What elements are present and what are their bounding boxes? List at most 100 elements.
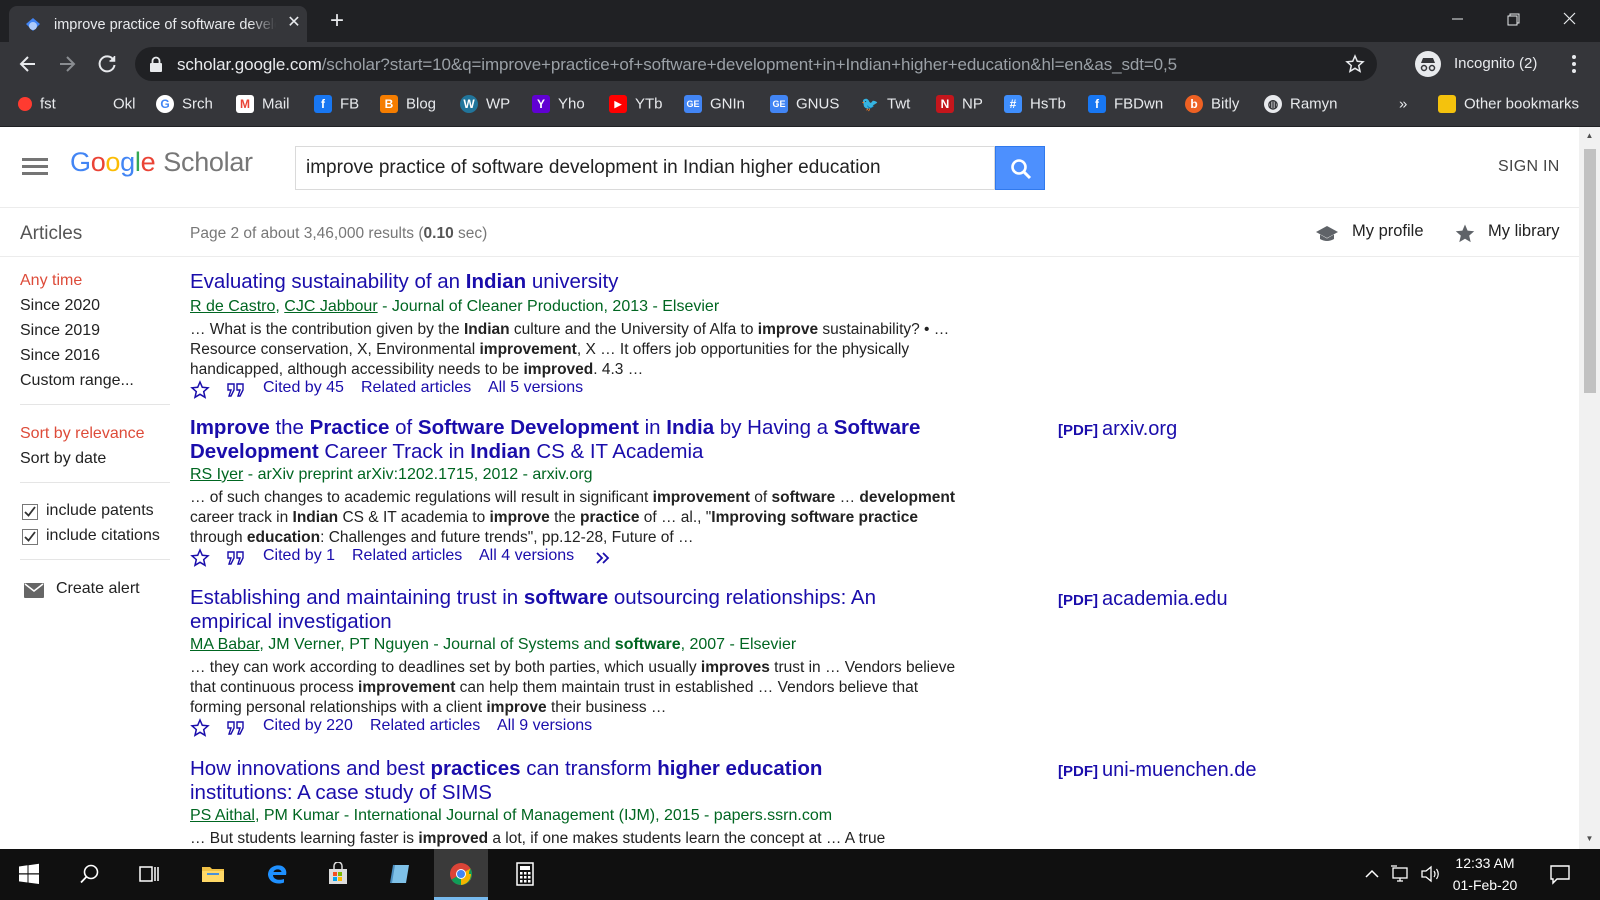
more-chevrons-icon[interactable]	[594, 548, 614, 568]
hamburger-menu-icon[interactable]	[22, 158, 48, 176]
create-alert-link[interactable]: Create alert	[20, 580, 160, 602]
other-bookmarks-folder[interactable]: Other bookmarks	[1438, 95, 1579, 117]
result-title-link[interactable]: How innovations and best practices can t…	[190, 757, 870, 804]
bookmark-ytb[interactable]: ▶ YTb	[609, 95, 663, 117]
filter-since-2019[interactable]: Since 2019	[20, 322, 100, 340]
restore-icon[interactable]	[1490, 4, 1536, 34]
bookmark-fst[interactable]: fst	[18, 95, 56, 117]
all-versions-link[interactable]: All 5 versions	[488, 379, 583, 397]
include-patents-checkbox[interactable]	[22, 504, 38, 520]
filter-custom-range[interactable]: Custom range...	[20, 372, 134, 390]
network-icon[interactable]	[1390, 863, 1412, 885]
bookmark-gnin[interactable]: GE GNIn	[684, 95, 745, 117]
bookmark-hstb[interactable]: # HsTb	[1004, 95, 1066, 117]
forward-icon[interactable]	[53, 50, 81, 78]
bookmark-srch[interactable]: G Srch	[156, 95, 213, 117]
tab-close-icon[interactable]: ✕	[285, 13, 303, 33]
clock-date[interactable]: 01-Feb-20	[1442, 877, 1528, 893]
scroll-thumb[interactable]	[1584, 149, 1596, 393]
scroll-up-arrow-icon[interactable]: ▲	[1584, 131, 1595, 141]
back-icon[interactable]	[14, 50, 42, 78]
bookmark-gnus[interactable]: GE GNUS	[770, 95, 839, 117]
search-taskbar-button[interactable]	[63, 849, 117, 900]
include-citations-checkbox[interactable]	[22, 529, 38, 545]
page-scrollbar[interactable]: ▲ ▼	[1579, 127, 1600, 849]
related-articles-link[interactable]: Related articles	[370, 717, 480, 735]
bookmark-blog[interactable]: B Blog	[380, 95, 436, 117]
bookmark-star-icon[interactable]	[1345, 54, 1365, 74]
bookmark-wp[interactable]: W WP	[460, 95, 510, 117]
bookmark-bitly[interactable]: b Bitly	[1185, 95, 1239, 117]
bookmark-okl[interactable]: Okl	[113, 95, 136, 117]
include-citations-label[interactable]: include citations	[46, 527, 160, 545]
url-host: scholar.google.com	[177, 55, 322, 74]
result-fulltext-link[interactable]: [PDF] academia.edu	[1058, 588, 1228, 611]
bookmark-mail[interactable]: M Mail	[236, 95, 290, 117]
result-title-link[interactable]: Improve the Practice of Software Develop…	[190, 416, 960, 463]
save-star-icon[interactable]	[190, 548, 210, 568]
result-title-link[interactable]: Evaluating sustainability of an Indian u…	[190, 270, 950, 294]
filter-any-time[interactable]: Any time	[20, 272, 82, 290]
related-articles-link[interactable]: Related articles	[361, 379, 471, 397]
bookmarks-overflow-button[interactable]: »	[1399, 95, 1407, 117]
sort-by-relevance[interactable]: Sort by relevance	[20, 425, 145, 443]
bookmark-ramyn[interactable]: ◍ Ramyn	[1264, 95, 1338, 117]
all-versions-link[interactable]: All 9 versions	[497, 717, 592, 735]
notebook-icon	[390, 864, 409, 884]
bookmark-yho[interactable]: Y Yho	[532, 95, 585, 117]
minimize-icon[interactable]	[1434, 4, 1480, 34]
filter-since-2016[interactable]: Since 2016	[20, 347, 100, 365]
result-fulltext-link[interactable]: [PDF] uni-muenchen.de	[1058, 759, 1257, 782]
address-bar[interactable]: scholar.google.com/scholar?start=10&q=im…	[135, 47, 1377, 81]
edge-button[interactable]	[250, 849, 304, 900]
reload-icon[interactable]	[93, 50, 121, 78]
file-explorer-button[interactable]	[186, 849, 240, 900]
result-authors: PS Aithal, PM Kumar - International Jour…	[190, 807, 833, 824]
bookmark-fbdwn[interactable]: f FBDwn	[1088, 95, 1163, 117]
volume-icon[interactable]	[1419, 863, 1441, 885]
browser-tab-active[interactable]: improve practice of software development…	[9, 6, 307, 42]
related-articles-link[interactable]: Related articles	[352, 547, 462, 565]
cited-by-link[interactable]: Cited by 1	[263, 547, 335, 565]
google-scholar-logo[interactable]: Google Scholar	[70, 147, 253, 178]
notes-app-button[interactable]	[373, 849, 427, 900]
np-icon: N	[936, 95, 954, 114]
task-view-button[interactable]	[122, 849, 176, 900]
globe-icon: ◍	[1264, 95, 1282, 114]
all-versions-link[interactable]: All 4 versions	[479, 547, 574, 565]
search-button[interactable]	[995, 146, 1045, 190]
notifications-icon[interactable]	[1548, 862, 1572, 886]
new-tab-icon[interactable]: +	[325, 8, 349, 34]
result-title-link[interactable]: Establishing and maintaining trust in so…	[190, 586, 910, 633]
search-input[interactable]	[296, 147, 986, 189]
bookmark-fb[interactable]: f FB	[314, 95, 359, 117]
cite-quote-icon[interactable]	[226, 718, 246, 738]
bookmark-np[interactable]: N NP	[936, 95, 983, 117]
tab-title: improve practice of software development…	[54, 17, 276, 33]
scroll-down-arrow-icon[interactable]: ▼	[1584, 834, 1595, 844]
save-star-icon[interactable]	[190, 380, 210, 400]
more-menu-icon[interactable]	[1564, 52, 1584, 76]
bookmark-twt[interactable]: 🐦 Twt	[861, 95, 910, 117]
chrome-button[interactable]	[434, 849, 488, 900]
incognito-label: Incognito (2)	[1454, 55, 1538, 72]
close-window-icon[interactable]	[1546, 4, 1592, 34]
incognito-button[interactable]: Incognito (2)	[1414, 48, 1546, 80]
cited-by-link[interactable]: Cited by 45	[263, 379, 344, 397]
save-star-icon[interactable]	[190, 718, 210, 738]
start-button[interactable]	[2, 849, 56, 900]
clock-time[interactable]: 12:33 AM	[1442, 855, 1528, 871]
sign-in-link[interactable]: SIGN IN	[1498, 158, 1560, 176]
tray-chevron-up-icon[interactable]	[1361, 863, 1383, 885]
cite-quote-icon[interactable]	[226, 380, 246, 400]
sort-by-date[interactable]: Sort by date	[20, 450, 106, 468]
cite-quote-icon[interactable]	[226, 548, 246, 568]
result-fulltext-link[interactable]: [PDF] arxiv.org	[1058, 418, 1177, 441]
task-view-icon	[139, 866, 159, 882]
store-button[interactable]	[311, 849, 365, 900]
filter-since-2020[interactable]: Since 2020	[20, 297, 100, 315]
cited-by-link[interactable]: Cited by 220	[263, 717, 353, 735]
include-patents-label[interactable]: include patents	[46, 502, 154, 520]
google-g-icon: G	[156, 95, 174, 114]
calculator-button[interactable]	[498, 849, 552, 900]
